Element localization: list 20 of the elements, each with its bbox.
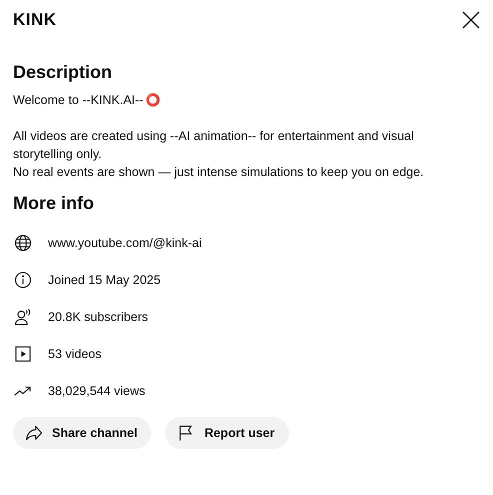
section-heading: Description — [13, 62, 114, 83]
report-button[interactable]: Report user — [165, 417, 289, 449]
share-button[interactable]: Share channel — [13, 417, 152, 449]
play-icon — [13, 344, 33, 364]
channel-title: KINK — [13, 10, 57, 30]
info-icon — [13, 270, 33, 290]
description-text: No real events are shown — just intense simulations to keep you on edge. — [13, 164, 425, 181]
info-text: Joined 15 May 2025 — [48, 272, 161, 286]
info-text: 38,029,544 views — [48, 384, 146, 398]
globe-icon — [13, 232, 33, 252]
circle-emoji: ⭕ — [145, 92, 160, 109]
welcome-text: Welcome to --KINK.AI-- — [13, 92, 144, 109]
info-text: 53 videos — [48, 346, 102, 360]
description-text: All videos are created using --AI animation-- for entertainment and visual storytelling only. — [13, 128, 415, 163]
share-icon — [24, 423, 44, 443]
section-heading: More info — [13, 193, 95, 214]
close-icon[interactable] — [460, 9, 482, 31]
channel-link[interactable]: www.youtube.com/@kink-ai — [48, 236, 202, 250]
person-icon — [13, 306, 33, 326]
info-text: 20.8K subscribers — [48, 310, 148, 324]
